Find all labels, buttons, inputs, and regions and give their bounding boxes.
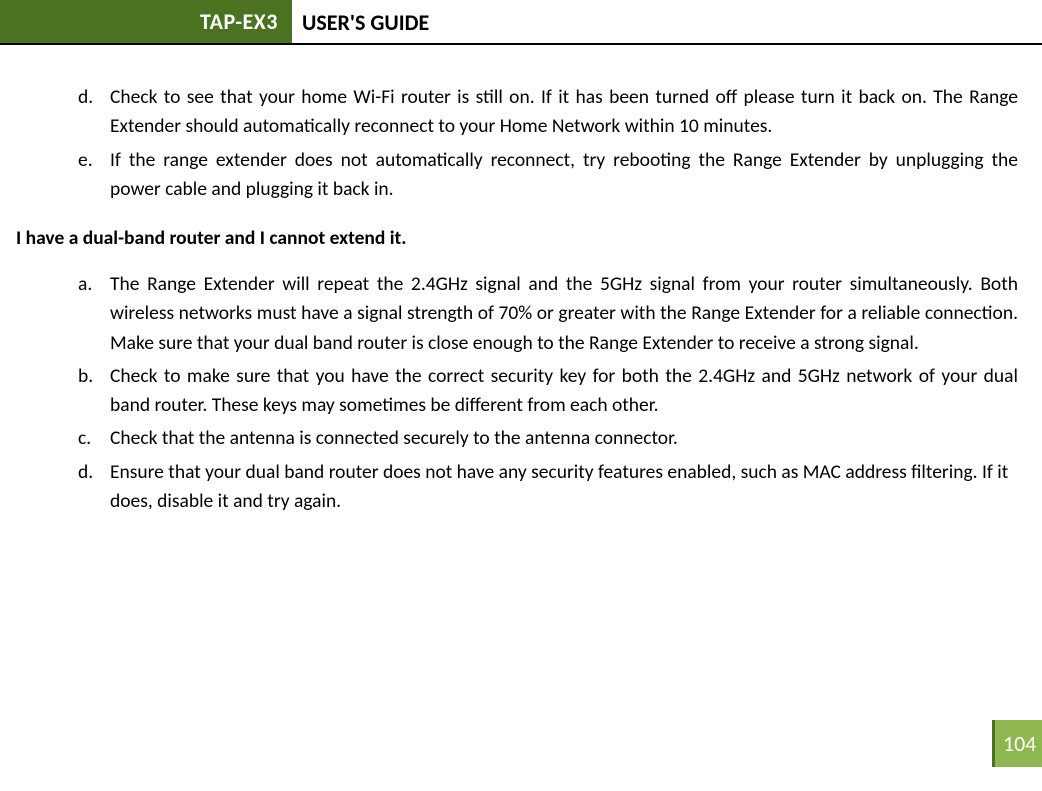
item-text: Check to see that your home Wi-Fi router… — [110, 83, 1032, 142]
item-text: Check to make sure that you have the cor… — [110, 362, 1032, 421]
item-text: Check that the antenna is connected secu… — [110, 424, 1032, 453]
item-text: The Range Extender will repeat the 2.4GH… — [110, 270, 1032, 358]
guide-title: USER'S GUIDE — [292, 0, 429, 43]
list-item: c. Check that the antenna is connected s… — [78, 424, 1032, 453]
item-marker: d. — [78, 458, 110, 517]
dual-band-troubleshooting-list: a. The Range Extender will repeat the 2.… — [10, 270, 1032, 516]
list-item: d. Check to see that your home Wi-Fi rou… — [78, 83, 1032, 142]
item-marker: a. — [78, 270, 110, 358]
troubleshooting-list-continued: d. Check to see that your home Wi-Fi rou… — [10, 83, 1032, 204]
list-item: d. Ensure that your dual band router doe… — [78, 458, 1032, 517]
page-content: d. Check to see that your home Wi-Fi rou… — [0, 83, 1042, 516]
item-text: Ensure that your dual band router does n… — [110, 458, 1032, 517]
product-badge: TAP-EX3 — [0, 0, 292, 43]
list-item: b. Check to make sure that you have the … — [78, 362, 1032, 421]
item-marker: e. — [78, 146, 110, 205]
page-number: 104 — [992, 720, 1042, 767]
item-marker: b. — [78, 362, 110, 421]
item-marker: c. — [78, 424, 110, 453]
page-header: TAP-EX3 USER'S GUIDE — [0, 0, 1042, 45]
list-item: e. If the range extender does not automa… — [78, 146, 1032, 205]
list-item: a. The Range Extender will repeat the 2.… — [78, 270, 1032, 358]
item-marker: d. — [78, 83, 110, 142]
section-heading: I have a dual-band router and I cannot e… — [16, 226, 1032, 250]
item-text: If the range extender does not automatic… — [110, 146, 1032, 205]
